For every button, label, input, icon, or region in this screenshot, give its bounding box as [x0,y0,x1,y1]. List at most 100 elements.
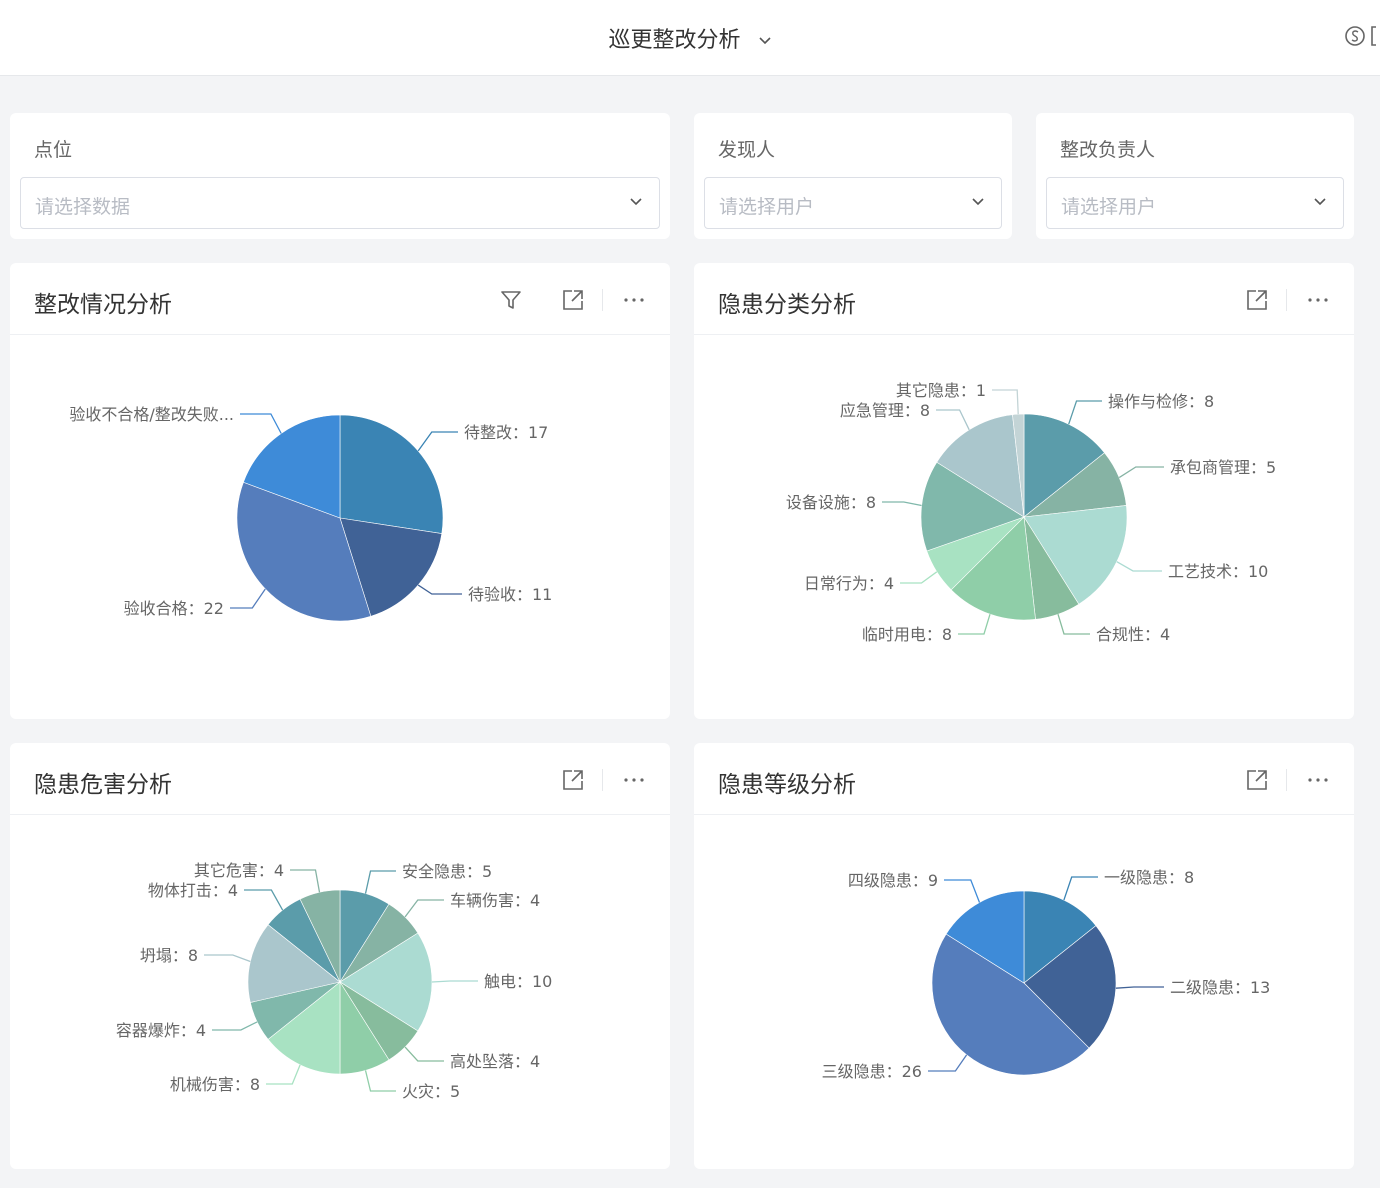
pie-slices [236,414,444,622]
panel-header: 隐患危害分析 [10,743,670,815]
slice-label: 二级隐患：13 [1170,978,1270,997]
slice-label: 高处坠落：4 [450,1052,540,1071]
filter-card-owner: 整改负责人 请选择用户 [1036,113,1354,239]
slice-label: 容器爆炸：4 [116,1021,206,1040]
harm-pie-chart: 安全隐患：5 车辆伤害：4 触电：10 高处坠落：4 火灾：5 机械伤害：8 容器爆炸：4 坍… [116,861,553,1101]
slice-label: 承包商管理：5 [1170,458,1276,477]
leader-line [404,899,444,918]
slice-label: 验收合格：22 [124,599,224,618]
panel-title: 整改情况分析 [34,292,172,318]
more-icon[interactable] [1305,287,1331,313]
slice-label: 合规性：4 [1096,625,1170,644]
level-pie-chart: 一级隐患：8 二级隐患：13 三级隐患：26 四级隐患：9 [822,868,1271,1081]
more-icon[interactable] [1305,767,1331,793]
filter-label: 发现人 [718,139,776,161]
leader-line [266,1064,301,1085]
panel-category: 隐患分类分析 操作与检修：8 承包商管理：5 工艺技术：10 合规性：4 临时用电：8 日… [694,263,1354,719]
leader-line [417,584,462,595]
panel-title: 隐患等级分析 [718,772,856,798]
leader-line [958,614,991,635]
category-pie-chart: 操作与检修：8 承包商管理：5 工艺技术：10 合规性：4 临时用电：8 日常行为：4 设备… [786,381,1276,644]
slice-label: 验收不合格/整改失败... [69,405,234,424]
select-placeholder: 请选择用户 [719,196,815,218]
pie-slices [931,890,1117,1076]
leader-line [244,889,284,911]
panel-header: 隐患等级分析 [694,743,1354,815]
slice-label: 待验收：11 [468,585,552,604]
leader-line [1068,400,1102,425]
leader-line [992,389,1019,415]
slice-label: 工艺技术：10 [1168,562,1268,581]
slice-label: 坍塌：8 [140,946,198,965]
expand-icon[interactable] [1244,767,1270,793]
leader-line [936,409,970,431]
dashboard-selector[interactable]: 巡更整改分析 [0,22,1380,54]
more-icon[interactable] [621,767,647,793]
leader-line [240,413,282,434]
panel-title: 隐患危害分析 [34,772,172,798]
slice-label: 四级隐患：9 [848,871,938,890]
leader-line [290,869,321,893]
filter-card-point: 点位 请选择数据 [10,113,670,239]
leader-line [404,1046,444,1062]
point-select[interactable]: 请选择数据 [20,177,660,229]
panel-header: 隐患分类分析 [694,263,1354,335]
slice-label: 一级隐患：8 [1104,868,1194,887]
pie-slice[interactable] [339,414,444,534]
slice-label: 安全隐患：5 [402,862,492,881]
top-bar: 巡更整改分析 [0,0,1380,76]
leader-line [204,954,251,963]
owner-select[interactable]: 请选择用户 [1046,177,1344,229]
filter-card-finder: 发现人 请选择用户 [694,113,1012,239]
slice-label: 三级隐患：26 [822,1062,922,1081]
slice-label: 日常行为：4 [804,574,894,593]
slice-label: 车辆伤害：4 [450,891,540,910]
filter-icon[interactable] [498,287,524,313]
chevron-down-icon [1314,198,1326,206]
filter-label: 点位 [34,139,73,161]
filter-label: 整改负责人 [1060,139,1156,161]
chevron-down-icon [758,37,771,45]
divider [1286,289,1287,311]
panel-harm: 隐患危害分析 安全隐患：5 车辆伤害：4 触电：10 高处坠落：4 火灾：5 机械伤害：8… [10,743,670,1169]
slice-label: 其它隐患：1 [896,381,986,400]
leader-line [1116,561,1162,572]
leader-line [882,501,922,507]
slice-label: 应急管理：8 [840,401,930,420]
panel-title: 隐患分类分析 [718,292,856,318]
leader-line [944,879,981,903]
leader-line [928,1054,968,1072]
divider [602,289,603,311]
leader-line [212,1021,258,1031]
expand-icon[interactable] [560,287,586,313]
leader-line [364,870,396,894]
pie-slices [920,413,1128,621]
slice-label: 物体打击：4 [148,881,238,900]
more-icon[interactable] [621,287,647,313]
panel-level: 隐患等级分析 一级隐患：8 二级隐患：13 三级隐患：26 四级隐患：9 [694,743,1354,1169]
slice-label: 火灾：5 [402,1082,460,1101]
slice-label: 操作与检修：8 [1108,392,1214,411]
leader-line [1063,876,1098,901]
finder-select[interactable]: 请选择用户 [704,177,1002,229]
leader-line [230,588,266,609]
leader-line [1057,614,1090,635]
expand-icon[interactable] [560,767,586,793]
top-right-tools [1340,22,1380,50]
panel-rectification: 整改情况分析 待整改：17 待验收：11 验收合格：22 验收不合格/整改失败... [10,263,670,719]
rectification-pie-chart: 待整改：17 待验收：11 验收合格：22 验收不合格/整改失败... [69,405,552,622]
leader-line [417,431,458,452]
slice-label: 其它危害：4 [194,861,284,880]
leader-line [364,1070,396,1092]
divider [602,769,603,791]
select-placeholder: 请选择用户 [1061,196,1157,218]
leader-line [431,980,478,983]
slice-label: 临时用电：8 [862,625,952,644]
leader-line [900,571,938,584]
page-title: 巡更整改分析 [608,28,741,53]
slice-label: 触电：10 [484,972,552,991]
currency-icon[interactable] [1340,22,1380,50]
leader-line [1118,466,1164,479]
chevron-down-icon [630,198,642,206]
expand-icon[interactable] [1244,287,1270,313]
